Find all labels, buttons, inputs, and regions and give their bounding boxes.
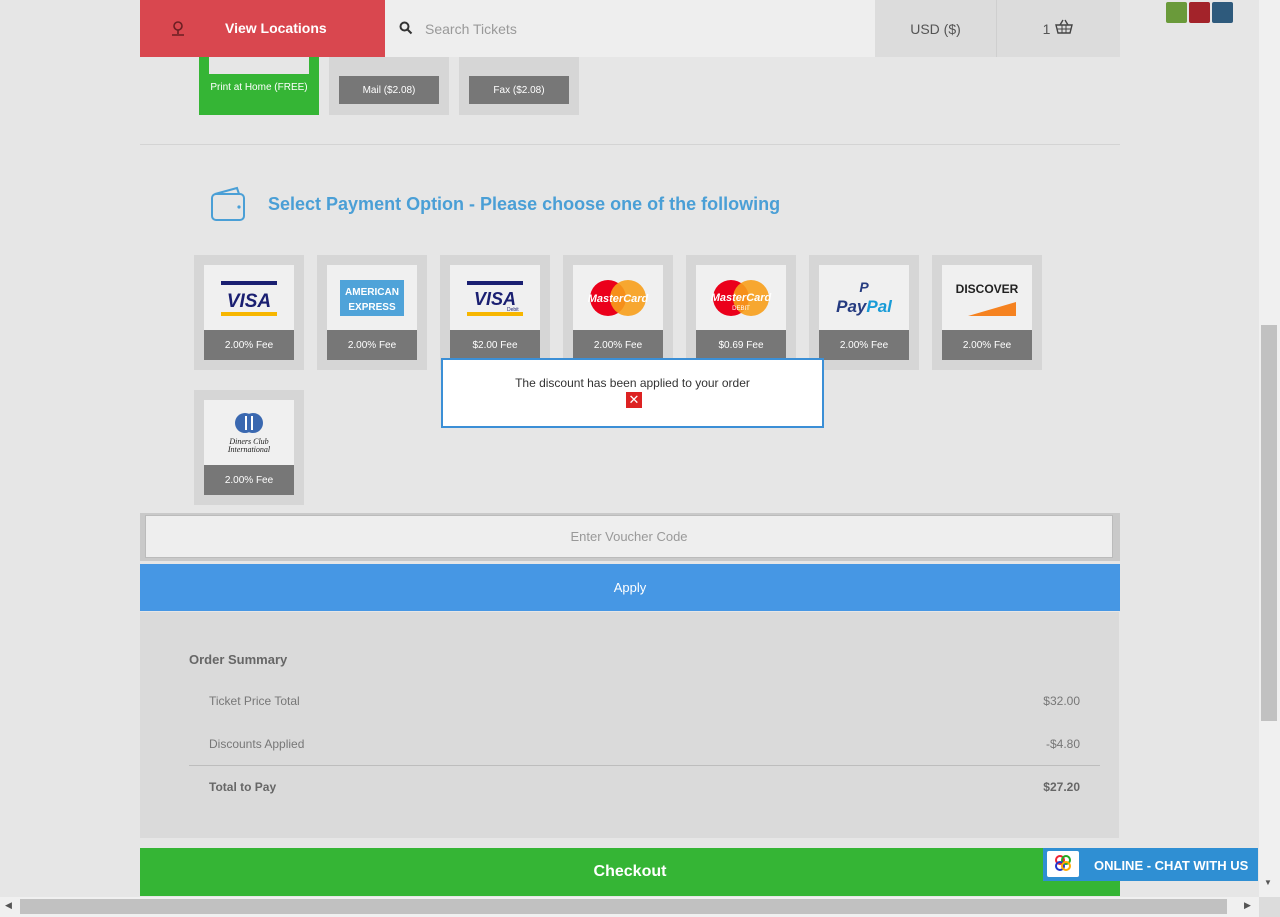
payment-option-diners[interactable]: Diners Club International 2.00% Fee <box>194 390 304 505</box>
order-summary: Order Summary Ticket Price Total $32.00 … <box>140 612 1119 838</box>
svg-text:DISCOVER: DISCOVER <box>956 282 1019 296</box>
wallet-icon <box>209 186 249 224</box>
delivery-option-print[interactable]: Print at Home (FREE) <box>199 57 319 115</box>
checkout-button[interactable]: Checkout <box>140 848 1120 896</box>
summary-total-row: Total to Pay $27.20 <box>209 780 1080 794</box>
delivery-print-label: Print at Home (FREE) <box>210 82 308 93</box>
partner-logo-icon <box>1212 2 1233 23</box>
scroll-right-arrow-icon[interactable]: ▶ <box>1244 900 1251 911</box>
payment-option-visa-debit[interactable]: VISA Debit $2.00 Fee <box>440 255 550 370</box>
basket-icon <box>1054 19 1074 38</box>
payment-fee: 2.00% Fee <box>573 330 663 360</box>
cart-count: 1 <box>1042 20 1051 37</box>
payment-fee: 2.00% Fee <box>819 330 909 360</box>
partner-logo-icon <box>1189 2 1210 23</box>
svg-text:PayPal: PayPal <box>836 297 893 316</box>
partner-logo-icon <box>1166 2 1187 23</box>
payment-option-mastercard-debit[interactable]: MasterCard DEBIT $0.69 Fee <box>686 255 796 370</box>
payment-fee: 2.00% Fee <box>942 330 1032 360</box>
delivery-fax-label: Fax ($2.08) <box>469 76 569 104</box>
svg-text:VISA: VISA <box>227 291 271 312</box>
visa-logo-icon: VISA <box>204 265 294 330</box>
delivery-mail-label: Mail ($2.08) <box>339 76 439 104</box>
chat-label: ONLINE - CHAT WITH US <box>1094 858 1249 873</box>
apply-button[interactable]: Apply <box>140 564 1120 611</box>
summary-total-value: $27.20 <box>1043 780 1080 794</box>
search-icon <box>399 21 413 40</box>
payment-fee: 2.00% Fee <box>204 465 294 495</box>
search-bar <box>385 0 875 57</box>
map-pin-icon <box>170 20 186 40</box>
visa-debit-logo-icon: VISA Debit <box>450 265 540 330</box>
scroll-down-arrow-icon[interactable]: ▼ <box>1264 878 1272 887</box>
voucher-section <box>140 513 1120 561</box>
currency-selector[interactable]: USD ($) <box>875 0 997 57</box>
amex-logo-icon: AMERICAN EXPRESS <box>327 265 417 330</box>
scrollbar-thumb[interactable] <box>20 899 1227 914</box>
summary-row-label: Discounts Applied <box>209 737 305 751</box>
svg-text:P: P <box>859 279 869 295</box>
payment-heading: Select Payment Option - Please choose on… <box>268 194 781 214</box>
discount-toast: The discount has been applied to your or… <box>441 358 824 428</box>
paypal-logo-icon: P PayPal <box>819 265 909 330</box>
section-divider <box>140 144 1120 145</box>
svg-text:International: International <box>227 445 271 454</box>
svg-text:VISA: VISA <box>474 289 516 309</box>
scroll-left-arrow-icon[interactable]: ◀ <box>5 900 12 911</box>
summary-row-value: -$4.80 <box>1045 737 1080 751</box>
svg-text:MasterCard: MasterCard <box>711 292 772 304</box>
partner-logos <box>1166 2 1236 24</box>
svg-text:DEBIT: DEBIT <box>732 306 750 312</box>
payment-option-paypal[interactable]: P PayPal 2.00% Fee <box>809 255 919 370</box>
payment-fee: 2.00% Fee <box>204 330 294 360</box>
discover-logo-icon: DISCOVER <box>942 265 1032 330</box>
summary-total-label: Total to Pay <box>209 780 277 794</box>
order-summary-title: Order Summary <box>189 652 288 667</box>
mastercard-debit-logo-icon: MasterCard DEBIT <box>696 265 786 330</box>
horizontal-scrollbar[interactable]: ◀ ▶ <box>0 897 1259 917</box>
payment-option-discover[interactable]: DISCOVER 2.00% Fee <box>932 255 1042 370</box>
scrollbar-thumb[interactable] <box>1261 325 1277 721</box>
payment-fee: $0.69 Fee <box>696 330 786 360</box>
view-locations-button[interactable]: View Locations <box>140 0 385 57</box>
delivery-option-mail[interactable]: Mail ($2.08) <box>329 57 449 115</box>
payment-option-amex[interactable]: AMERICAN EXPRESS 2.00% Fee <box>317 255 427 370</box>
summary-row: Ticket Price Total $32.00 <box>209 694 1080 708</box>
cart-button[interactable]: 1 <box>997 0 1120 57</box>
payment-option-visa[interactable]: VISA 2.00% Fee <box>194 255 304 370</box>
mastercard-logo-icon: MasterCard <box>573 265 663 330</box>
view-locations-label: View Locations <box>225 20 327 36</box>
summary-row-value: $32.00 <box>1043 694 1080 708</box>
svg-text:MasterCard: MasterCard <box>588 293 649 305</box>
svg-text:AMERICAN: AMERICAN <box>345 287 399 298</box>
toast-message: The discount has been applied to your or… <box>515 376 750 390</box>
svg-text:EXPRESS: EXPRESS <box>348 302 396 313</box>
search-input[interactable] <box>423 14 857 44</box>
summary-row-label: Ticket Price Total <box>209 694 300 708</box>
chat-widget[interactable]: ONLINE - CHAT WITH US <box>1043 848 1258 881</box>
chat-bubble-icon <box>1043 848 1083 881</box>
payment-option-mastercard[interactable]: MasterCard 2.00% Fee <box>563 255 673 370</box>
summary-row: Discounts Applied -$4.80 <box>209 737 1080 751</box>
voucher-code-input[interactable] <box>145 515 1113 558</box>
close-icon[interactable]: ✕ <box>626 392 642 408</box>
delivery-option-fax[interactable]: Fax ($2.08) <box>459 57 579 115</box>
summary-divider <box>189 765 1100 766</box>
payment-fee: $2.00 Fee <box>450 330 540 360</box>
vertical-scrollbar[interactable]: ▼ <box>1259 0 1280 897</box>
diners-club-logo-icon: Diners Club International <box>204 400 294 465</box>
payment-fee: 2.00% Fee <box>327 330 417 360</box>
scrollbar-corner <box>1259 897 1280 917</box>
